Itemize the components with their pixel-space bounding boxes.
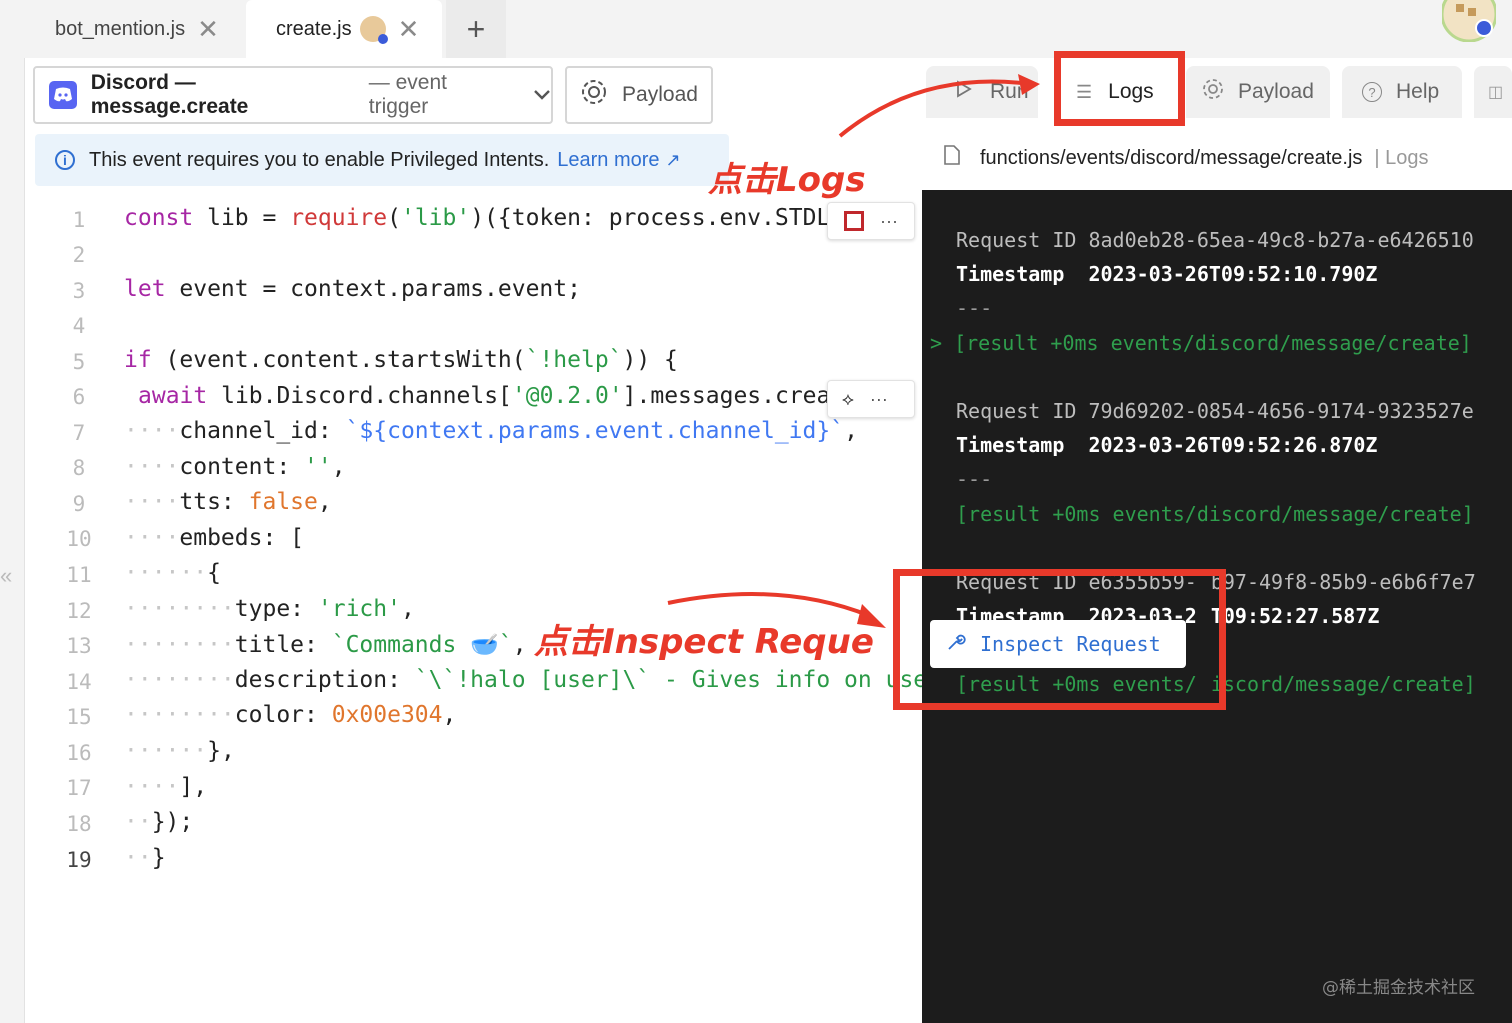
arrow-head-logs <box>1018 74 1040 95</box>
arrow-to-logs <box>838 79 1031 138</box>
arrow-to-inspect <box>667 592 871 618</box>
annotation-click-inspect: 点击Inspect Reque <box>534 622 874 662</box>
watermark: @稀土掘金技术社区 <box>1322 978 1475 998</box>
annotation-click-logs: 点击Logs <box>708 160 866 200</box>
